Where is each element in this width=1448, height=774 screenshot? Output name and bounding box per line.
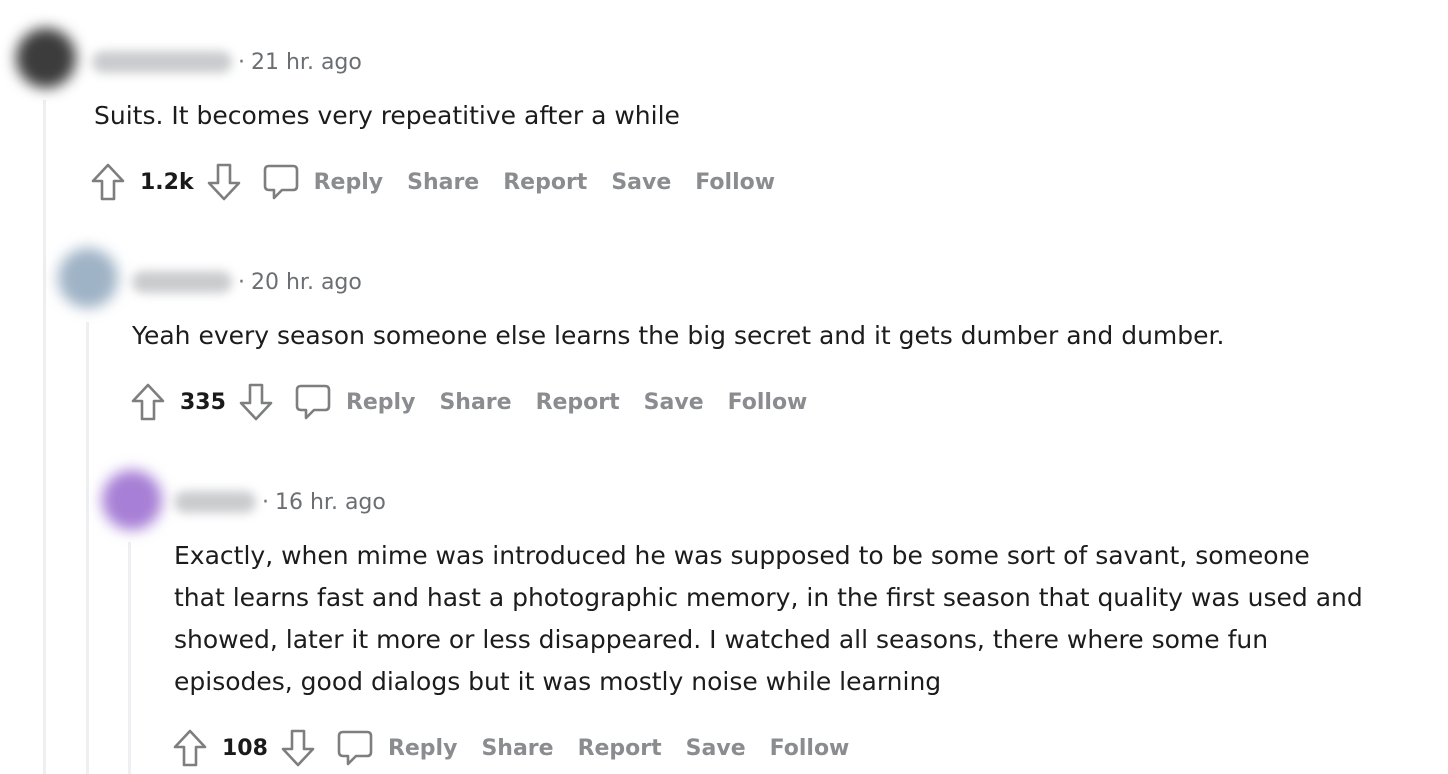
reply-label: Reply: [313, 169, 384, 195]
report-button[interactable]: Report: [578, 736, 662, 761]
comment-body-line: episodes, good dialogs but it was mostly…: [174, 667, 942, 696]
downvote-arrow-icon: [207, 163, 240, 201]
upvote-arrow-icon: [91, 163, 125, 201]
comment-body-line: showed, later it more or less disappeare…: [174, 625, 1269, 654]
timestamp[interactable]: 16 hr. ago: [275, 490, 386, 515]
report-button[interactable]: Report: [503, 170, 587, 195]
save-button[interactable]: Save: [644, 390, 704, 415]
reply-button[interactable]: Reply: [294, 383, 416, 421]
save-button[interactable]: Save: [611, 170, 671, 195]
username-redacted[interactable]: [174, 491, 256, 513]
downvote-button[interactable]: [238, 382, 274, 422]
downvote-arrow-icon: [281, 729, 315, 767]
upvote-arrow-icon: [131, 383, 165, 421]
share-button[interactable]: Share: [481, 736, 553, 761]
vote-score: 108: [222, 735, 268, 761]
username-redacted[interactable]: [92, 51, 232, 73]
comment-3: · 16 hr. ago Exactly, when mime was intr…: [0, 440, 1448, 774]
comment-body: Suits. It becomes very repeatitive after…: [94, 101, 680, 130]
speech-bubble-icon: [295, 384, 331, 420]
comment-body-line: Exactly, when mime was introduced he was…: [174, 541, 1310, 570]
avatar[interactable]: [58, 248, 118, 308]
speech-bubble-icon: [337, 730, 373, 766]
comment-body-line: that learns fast and hast a photographic…: [174, 583, 1363, 612]
reply-button[interactable]: Reply: [262, 163, 384, 201]
comment-2: · 20 hr. ago Yeah every season someone e…: [0, 220, 1448, 440]
comment-meta: · 20 hr. ago: [132, 266, 362, 298]
follow-button[interactable]: Follow: [728, 390, 808, 415]
comment-meta: · 16 hr. ago: [174, 486, 386, 518]
comment-body: Yeah every season someone else learns th…: [132, 321, 1225, 350]
comment-meta: · 21 hr. ago: [92, 46, 362, 78]
reply-button[interactable]: Reply: [336, 729, 458, 767]
upvote-button[interactable]: [130, 382, 166, 422]
vote-score: 335: [180, 389, 226, 415]
vote-score: 1.2k: [140, 169, 194, 195]
comment-1: · 21 hr. ago Suits. It becomes very repe…: [0, 0, 1448, 220]
comment-actions: 1.2k Reply Share Report Save Follow: [90, 162, 775, 202]
timestamp[interactable]: 21 hr. ago: [251, 50, 362, 75]
comment-body: Exactly, when mime was introduced he was…: [174, 535, 1363, 703]
meta-separator: ·: [238, 49, 245, 75]
upvote-arrow-icon: [173, 729, 207, 767]
report-button[interactable]: Report: [536, 390, 620, 415]
timestamp[interactable]: 20 hr. ago: [251, 270, 362, 295]
comment-actions: 108 Reply Share Report Save Follow: [172, 728, 849, 768]
share-button[interactable]: Share: [407, 170, 479, 195]
downvote-button[interactable]: [280, 728, 316, 768]
meta-separator: ·: [262, 489, 269, 515]
avatar[interactable]: [16, 28, 76, 88]
comment-actions: 335 Reply Share Report Save Follow: [130, 382, 807, 422]
reply-label: Reply: [387, 735, 458, 761]
downvote-button[interactable]: [206, 162, 242, 202]
meta-separator: ·: [238, 269, 245, 295]
username-redacted[interactable]: [132, 271, 232, 293]
share-button[interactable]: Share: [439, 390, 511, 415]
follow-button[interactable]: Follow: [695, 170, 775, 195]
downvote-arrow-icon: [239, 383, 273, 421]
follow-button[interactable]: Follow: [770, 736, 850, 761]
avatar[interactable]: [102, 470, 162, 530]
reply-label: Reply: [345, 389, 416, 415]
save-button[interactable]: Save: [686, 736, 746, 761]
upvote-button[interactable]: [172, 728, 208, 768]
upvote-button[interactable]: [90, 162, 126, 202]
speech-bubble-icon: [263, 164, 298, 200]
